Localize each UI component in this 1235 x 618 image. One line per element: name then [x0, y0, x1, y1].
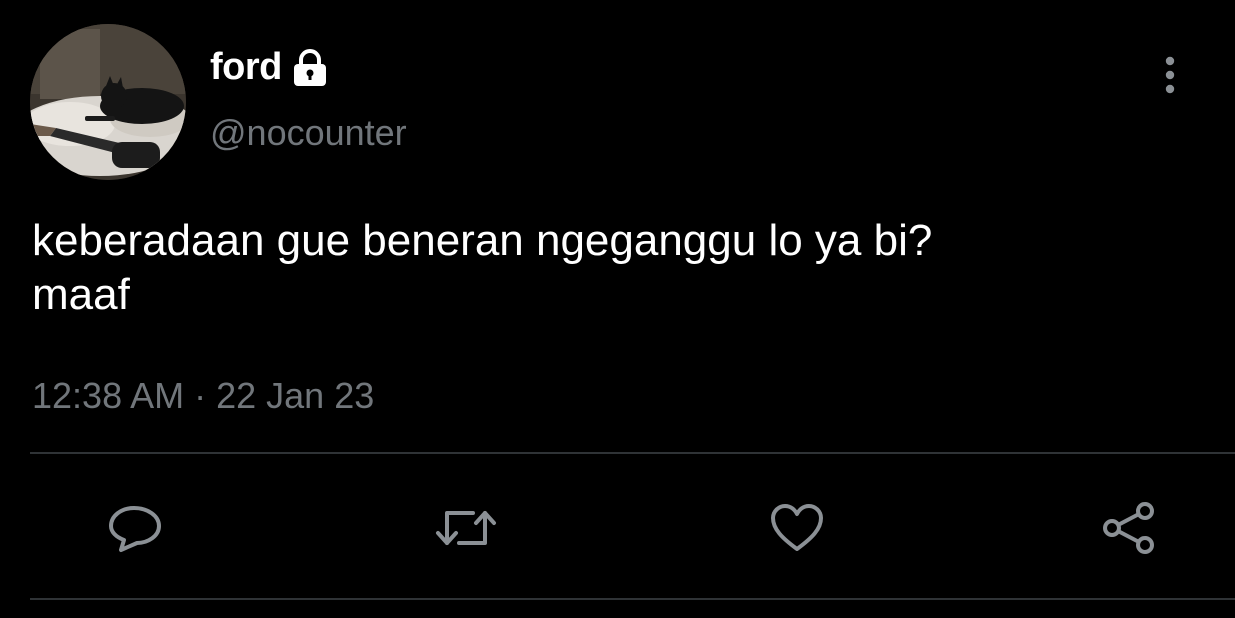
more-vertical-icon[interactable] — [1152, 54, 1188, 96]
tweet-text: keberadaan gue beneran ngeganggu lo ya b… — [32, 216, 933, 319]
reply-icon — [107, 502, 163, 554]
retweet-icon — [435, 503, 497, 553]
user-handle[interactable]: @nocounter — [210, 112, 407, 154]
avatar[interactable] — [30, 24, 186, 180]
like-button[interactable] — [767, 500, 827, 556]
lock-icon — [290, 48, 330, 88]
reply-button[interactable] — [105, 500, 165, 556]
tweet-timestamp[interactable]: 12:38 AM · 22 Jan 23 — [32, 375, 374, 417]
heart-icon — [768, 502, 826, 554]
share-icon — [1099, 500, 1159, 556]
share-button[interactable] — [1099, 500, 1159, 556]
tweet-time: 12:38 AM — [32, 375, 185, 416]
divider — [30, 598, 1235, 600]
display-name-row: ford — [210, 44, 330, 90]
retweet-button[interactable] — [436, 500, 496, 556]
display-name[interactable]: ford — [210, 46, 282, 89]
tweet-detail: ford @nocounter keberadaan gue beneran n… — [0, 0, 1235, 618]
divider — [30, 452, 1235, 454]
tweet-date: 22 Jan 23 — [216, 375, 375, 416]
meta-separator: · — [184, 375, 217, 416]
avatar-photo — [30, 24, 186, 180]
